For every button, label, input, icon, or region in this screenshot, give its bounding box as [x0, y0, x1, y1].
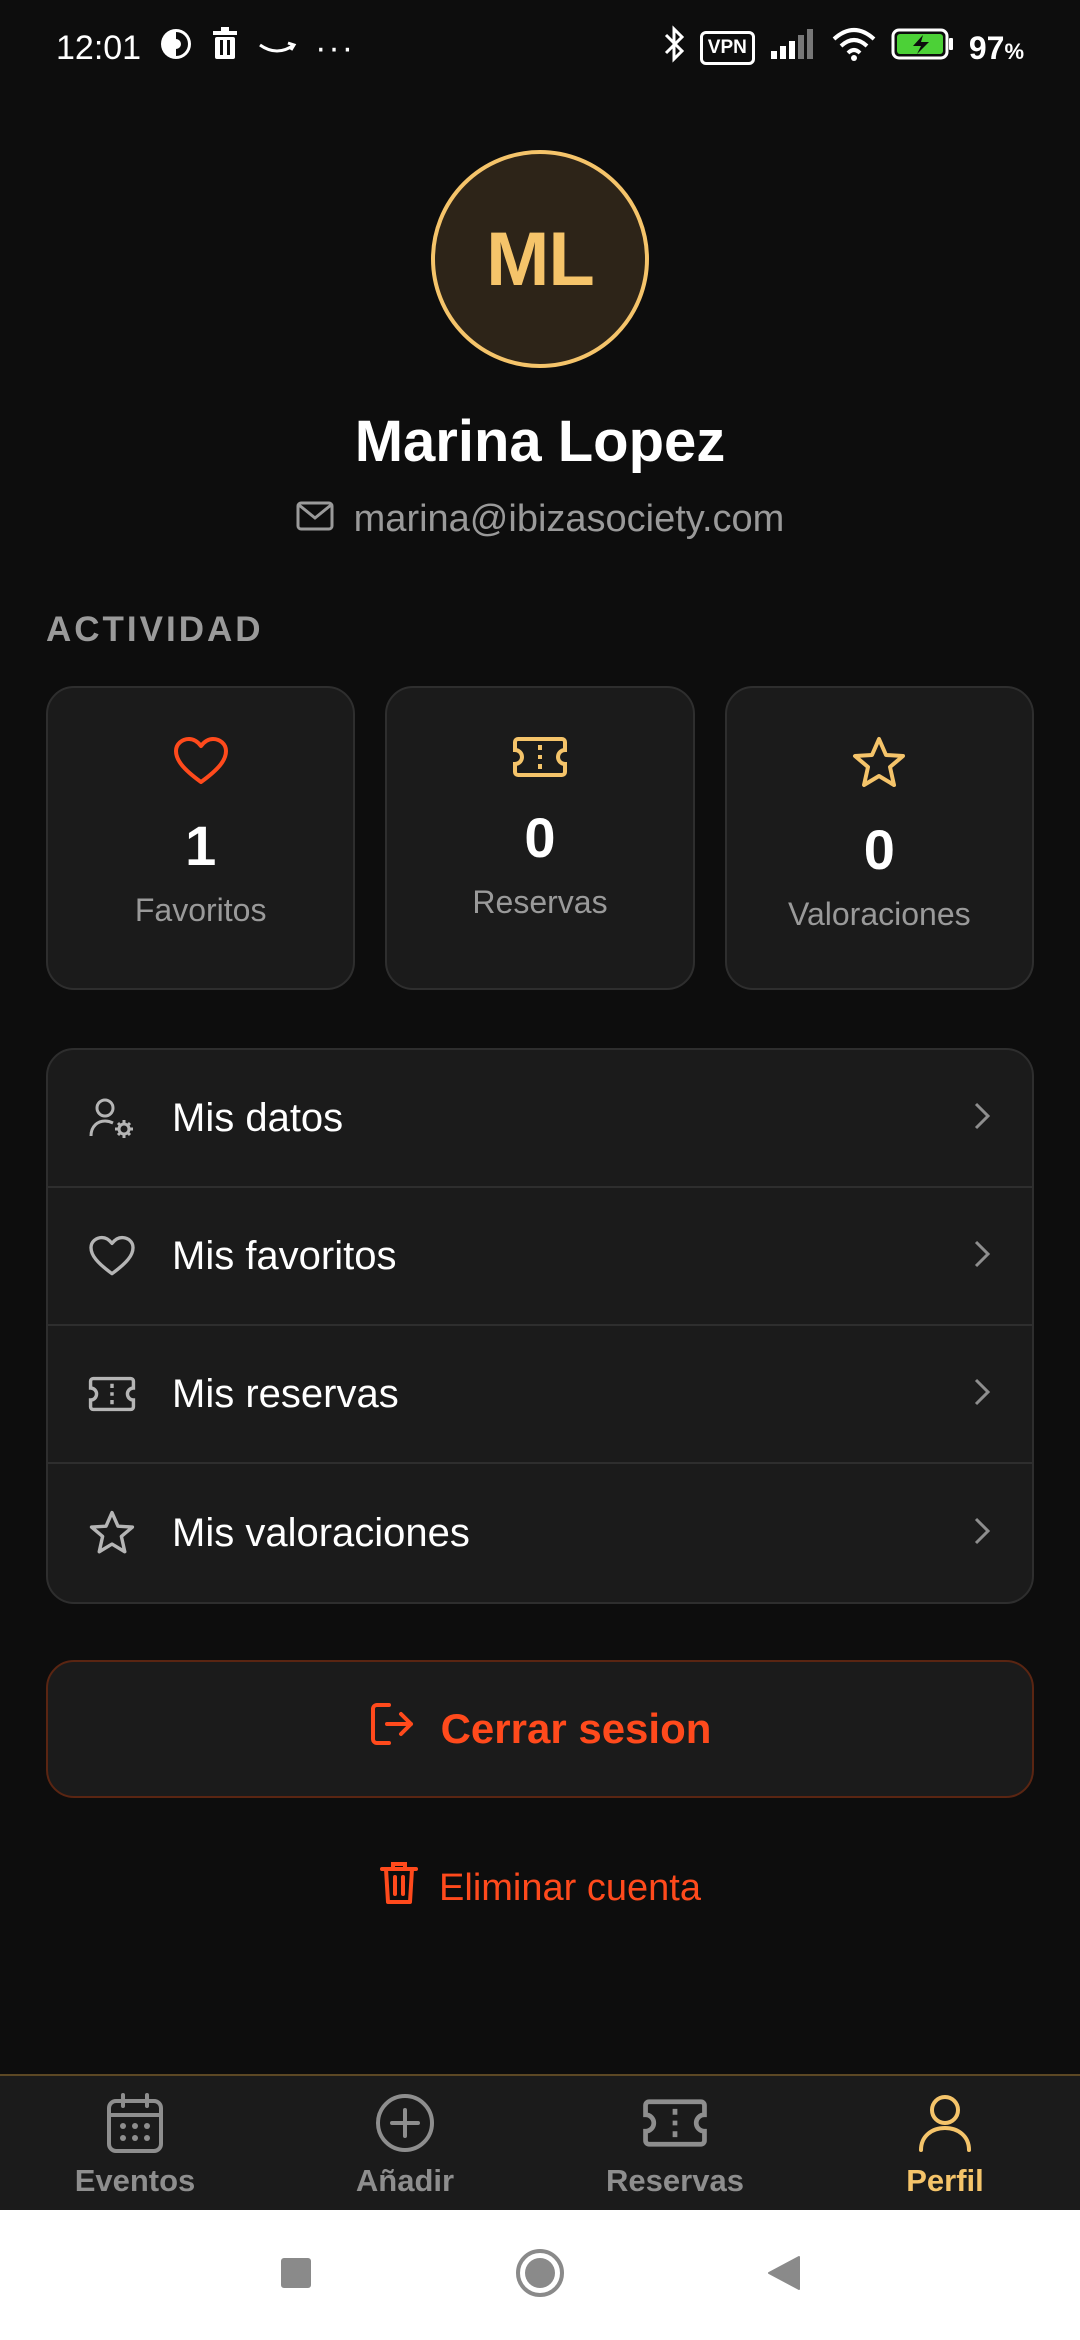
activity-section-label: ACTIVIDAD	[46, 610, 264, 649]
wifi-icon	[831, 27, 877, 70]
stat-label-reservas: Reservas	[472, 884, 608, 920]
bottom-nav: Eventos Añadir Reservas Perfil	[0, 2074, 1080, 2210]
profile-menu: Mis datos Mis favoritos Mis reservas Mis…	[46, 1048, 1034, 1604]
user-name: Marina Lopez	[354, 409, 726, 474]
ticket-icon	[642, 2092, 708, 2159]
tab-label-anadir: Añadir	[355, 2163, 455, 2198]
data-saver-icon	[159, 27, 193, 70]
triangle-back-icon	[766, 2254, 802, 2297]
activity-stats: 1 Favoritos 0 Reservas 0 Valoraciones	[46, 686, 1034, 990]
menu-label-mis-reservas: Mis reservas	[172, 1371, 399, 1416]
stat-value-reservas: 0	[524, 806, 556, 869]
battery-percent: 97%	[968, 29, 1024, 66]
bluetooth-icon	[662, 24, 686, 72]
recents-button[interactable]	[174, 2256, 418, 2295]
user-icon	[916, 2092, 974, 2159]
logout-button[interactable]: Cerrar sesion	[46, 1660, 1034, 1798]
plus-circle-icon	[374, 2092, 436, 2159]
heart-icon	[173, 736, 229, 791]
amazon-icon	[257, 29, 297, 68]
ticket-icon	[88, 1376, 144, 1412]
system-navigation-bar	[0, 2210, 1080, 2340]
avatar: ML	[431, 150, 649, 368]
stat-card-valoraciones[interactable]: 0 Valoraciones	[724, 686, 1034, 990]
status-bar: 12:01 ··· VPN 97%	[0, 0, 1080, 96]
menu-item-mis-valoraciones[interactable]: Mis valoraciones	[48, 1464, 1032, 1602]
chevron-right-icon	[972, 1376, 992, 1413]
stat-value-favoritos: 1	[185, 814, 217, 877]
tab-label-reservas: Reservas	[606, 2163, 744, 2198]
logout-label: Cerrar sesion	[440, 1705, 712, 1752]
mail-icon	[296, 498, 334, 541]
tab-label-eventos: Eventos	[74, 2163, 196, 2198]
vpn-icon: VPN	[699, 31, 755, 65]
trash-icon	[379, 1860, 419, 1916]
square-icon	[279, 2256, 313, 2295]
menu-item-mis-datos[interactable]: Mis datos	[48, 1050, 1032, 1188]
stat-label-valoraciones: Valoraciones	[788, 896, 971, 932]
status-left: 12:01 ···	[56, 26, 356, 70]
calendar-icon	[105, 2092, 165, 2159]
logout-icon	[369, 1701, 417, 1757]
user-settings-icon	[88, 1096, 144, 1140]
user-email-text: marina@ibizasociety.com	[353, 498, 785, 540]
chevron-right-icon	[972, 1515, 992, 1552]
status-right: VPN 97%	[662, 24, 1024, 72]
stat-card-reservas[interactable]: 0 Reservas	[385, 686, 695, 990]
tab-label-perfil: Perfil	[906, 2163, 984, 2198]
status-time: 12:01	[56, 28, 142, 67]
battery-icon	[891, 28, 955, 69]
circle-icon	[514, 2247, 566, 2304]
menu-item-mis-favoritos[interactable]: Mis favoritos	[48, 1188, 1032, 1326]
chevron-right-icon	[972, 1238, 992, 1275]
chevron-right-icon	[972, 1100, 992, 1137]
tab-anadir[interactable]: Añadir	[270, 2076, 540, 2210]
delete-account-label: Eliminar cuenta	[439, 1866, 701, 1909]
profile-screen: 12:01 ··· VPN 97% ML Marina Lopez marina…	[0, 0, 1080, 2340]
stat-card-favoritos[interactable]: 1 Favoritos	[46, 686, 356, 990]
stat-value-valoraciones: 0	[863, 818, 895, 881]
star-icon	[88, 1510, 144, 1556]
back-button[interactable]	[662, 2254, 906, 2297]
user-email: marina@ibizasociety.com	[0, 498, 1080, 541]
home-button[interactable]	[418, 2247, 662, 2304]
ticket-icon	[512, 736, 568, 783]
trash-notification-icon	[211, 26, 239, 70]
menu-label-mis-datos: Mis datos	[172, 1095, 344, 1140]
delete-account-button[interactable]: Eliminar cuenta	[0, 1858, 1080, 1918]
stat-label-favoritos: Favoritos	[134, 892, 267, 928]
menu-label-mis-valoraciones: Mis valoraciones	[172, 1510, 470, 1555]
menu-item-mis-reservas[interactable]: Mis reservas	[48, 1326, 1032, 1464]
heart-icon	[88, 1235, 144, 1277]
tab-reservas[interactable]: Reservas	[540, 2076, 810, 2210]
tab-perfil[interactable]: Perfil	[810, 2076, 1080, 2210]
menu-label-mis-favoritos: Mis favoritos	[172, 1233, 397, 1278]
tab-eventos[interactable]: Eventos	[0, 2076, 270, 2210]
more-notifications-icon: ···	[315, 28, 356, 67]
signal-icon	[769, 28, 817, 68]
star-icon	[851, 736, 907, 795]
